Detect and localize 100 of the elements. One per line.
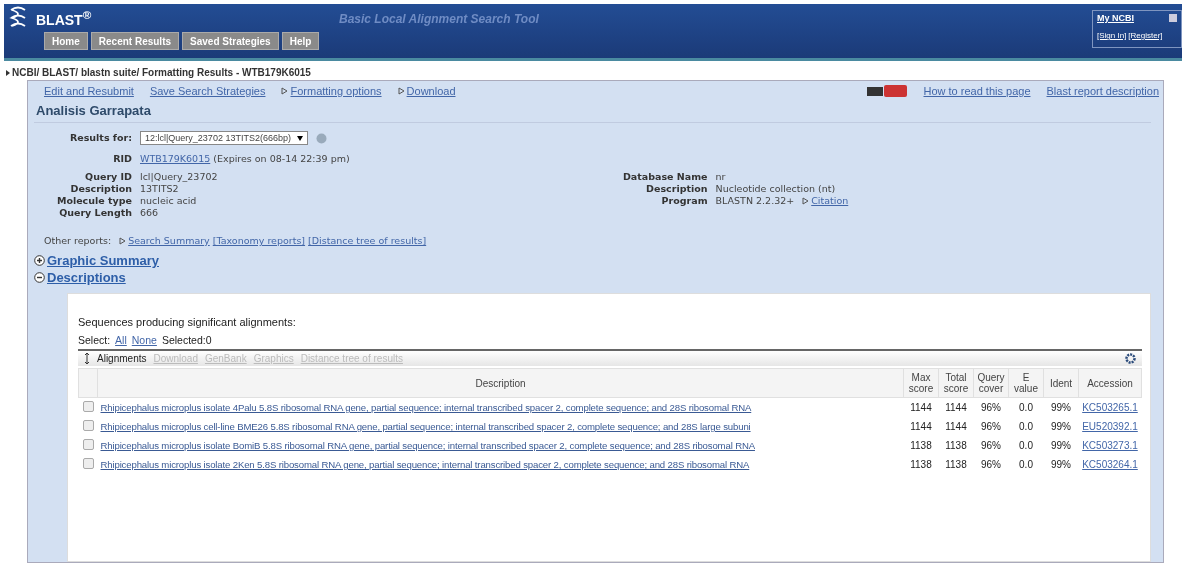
row-checkbox[interactable] [82,401,94,412]
table-cell-text: 99% [1050,420,1072,434]
field-label: Description [69,183,132,195]
selected-count: Selected:0 [161,334,212,346]
table-cell: 96% [973,397,1009,417]
table-cell: 1144 [938,397,974,417]
help-link[interactable]: Blast report description [1046,85,1159,97]
table-cell-text: 99% [1050,439,1072,453]
field-label: Query ID [84,171,132,183]
toolbar-link[interactable]: Edit and Resubmit [44,85,134,97]
caret-icon [296,135,303,141]
report-link[interactable]: [Distance tree of results] [308,235,427,247]
description-link[interactable]: Rhipicephalus microplus isolate BomiB 5.8S ribosomal RNA gene, partial sequence; internal transcribed spacer 2, complete sequence; and 28S ribosomal RNA [100,440,755,451]
rid-link[interactable]: WTB179K6015 [140,153,211,164]
accession-link[interactable]: KC503273.1 [1082,440,1138,451]
info-icon [1169,14,1177,22]
toolbar-item[interactable]: Alignments [97,353,147,364]
nav-tab[interactable]: Recent Results [90,32,180,50]
breadcrumb: NCBI/ BLAST/ blastn suite/ Formatting Results - WTB179K6015 [12,67,311,78]
field-value: nucleic acid [140,195,197,207]
field-label: RID [112,153,132,165]
table-cell-text: 1138 [944,439,968,453]
triangle-icon [802,197,810,205]
account-link[interactable]: [Register] [1128,31,1163,40]
table-cell-text: 0.0 [1018,439,1034,453]
settings-icon[interactable] [1125,353,1136,364]
help-link[interactable]: How to read this page [923,85,1031,97]
video-logo-icon [867,85,908,97]
field-label: Select: [78,334,111,346]
accession-link[interactable]: KC503264.1 [1082,459,1138,470]
section-title[interactable]: Graphic Summary [47,253,159,268]
table-cell: 0.0 [1008,397,1044,417]
table-cell: 99% [1043,397,1079,417]
row-checkbox[interactable] [82,458,94,469]
field-label: Results for: [68,132,132,144]
field-label: Database Name [621,171,708,183]
nav-tab[interactable]: Saved Strategies [182,32,279,50]
column-header[interactable]: E value [1008,368,1044,398]
column-header[interactable]: Query cover [973,368,1009,398]
column-header[interactable]: Ident [1043,368,1079,398]
job-title: Analisis Garrapata [34,97,1151,123]
field-label: Query Length [58,207,132,219]
toolbar-link[interactable]: Save Search Strategies [149,85,266,97]
account-link[interactable]: [Sign In] [1097,31,1127,40]
toolbar-link[interactable]: Formatting options [290,85,382,97]
description-link[interactable]: Rhipicephalus microplus cell-line BME26 5.8S ribosomal RNA gene, partial sequence; internal transcribed spacer 2, complete sequence; and 28S large subuni [100,421,751,432]
column-header[interactable]: Max score [903,368,939,398]
logo: BLAST$^{®}$ [36,8,92,28]
select-link[interactable]: None [131,334,157,346]
citation-link[interactable]: Citation [811,195,849,207]
table-cell-text: 96% [980,458,1002,472]
row-checkbox[interactable] [82,439,94,450]
field-value: BLASTN 2.2.32+ [715,195,795,207]
nav-tab[interactable]: Help [281,32,320,50]
field-value: 13TITS2 [140,183,179,195]
triangle-icon [281,87,289,95]
help-icon [315,132,327,144]
table-cell-text: 1138 [909,458,933,472]
triangle-icon [119,237,127,245]
table-cell-text: 96% [980,420,1002,434]
query-select[interactable]: 12:lcl|Query_23702 13TITS2(666bp) [140,131,308,145]
description-link[interactable]: Rhipicephalus microplus isolate 2Ken 5.8S ribosomal RNA gene, partial sequence; internal transcribed spacer 2, complete sequence; and 28S ribosomal RNA [100,459,750,470]
report-link[interactable]: Search Summary [128,235,210,247]
field-label: Description [645,183,708,195]
accession-link[interactable]: EU520392.1 [1082,421,1138,432]
table-cell-text: 96% [980,439,1002,453]
plus-icon[interactable] [34,255,45,266]
table-cell-text: 0.0 [1018,458,1034,472]
table-cell-text: 1144 [909,420,933,434]
table-cell-text: 1138 [909,439,933,453]
nav-tab[interactable]: Home [44,32,88,50]
triangle-icon [397,87,405,95]
report-link[interactable]: [Taxonomy reports] [212,235,306,247]
field-label: Other reports: [44,235,112,247]
column-header[interactable]: Accession [1078,368,1142,398]
field-label: Molecule type [55,195,132,207]
select-link[interactable]: All [115,334,127,346]
table-cell-text: 0.0 [1018,420,1034,434]
expiry-note: (Expires on 08-14 22:39 pm) [213,153,350,164]
row-checkbox[interactable] [82,420,94,431]
table-cell-text: 1138 [944,458,968,472]
description-link[interactable]: Rhipicephalus microplus isolate 4Palu 5.8S ribosomal RNA gene, partial sequence; internal transcribed spacer 2, complete sequence; and 28S ribosomal RNA [100,402,752,413]
field-label: Program [660,195,708,207]
field-value: nr [715,171,726,183]
column-header[interactable]: Total score [938,368,974,398]
table-cell-text: 99% [1050,458,1072,472]
sort-icon [84,353,90,364]
minus-icon[interactable] [34,272,45,283]
bullet-icon [6,69,10,76]
table-cell: 1144 [903,397,939,417]
field-value: 666 [140,207,159,219]
column-header[interactable]: Description [97,368,904,398]
toolbar-link[interactable]: Download [406,85,456,97]
table-cell-text: 1144 [944,420,968,434]
accession-link[interactable]: KC503265.1 [1082,402,1138,413]
field-value: Nucleotide collection (nt) [715,183,836,195]
site-title: Basic Local Alignment Search Tool [339,12,539,26]
field-value: lcl|Query_23702 [140,171,218,183]
account-link[interactable]: My NCBI [1097,13,1134,23]
section-title[interactable]: Descriptions [47,270,126,285]
